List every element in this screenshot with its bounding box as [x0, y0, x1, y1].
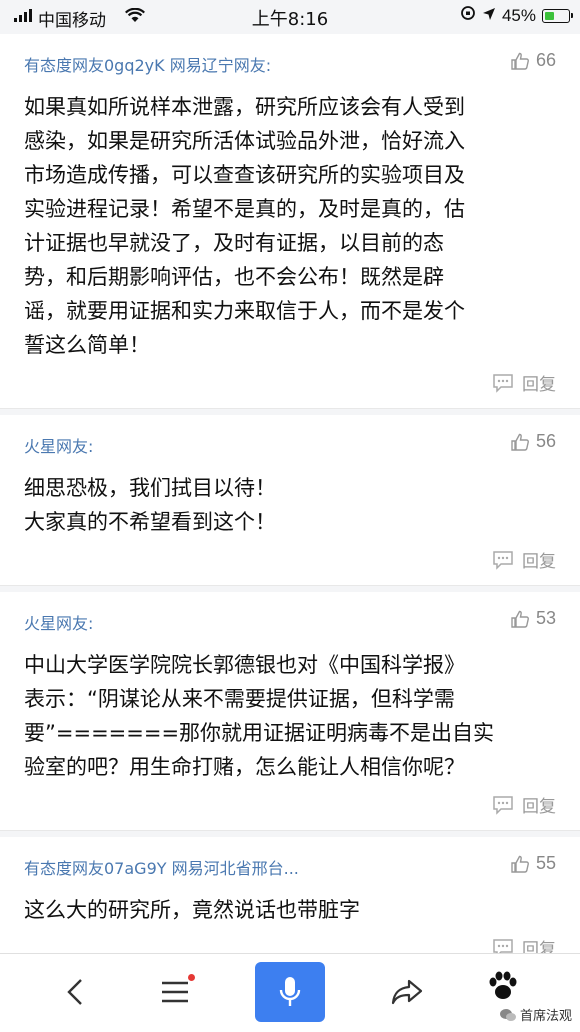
comment-line: 大家真的不希望看到这个！ — [24, 510, 276, 534]
reply-button[interactable]: 回复 — [492, 547, 556, 572]
comment-item: 有态度网友0gq2yK 网易辽宁网友: 66 如果真如所说样本泄露，研究所应该会… — [0, 34, 580, 409]
like-count: 56 — [535, 431, 556, 451]
reply-label: 回复 — [522, 375, 556, 395]
comment-line: 计证据也早就没了，及时有证据，以目前的态 — [24, 231, 444, 255]
comment-bubble-icon — [493, 373, 513, 393]
comment-line: 誓这么简单！ — [24, 333, 150, 357]
battery-percent: 45% — [501, 5, 536, 25]
comment-line: 要”=======那你就用证据证明病毒不是出自实 — [24, 721, 495, 745]
menu-button[interactable] — [140, 960, 210, 1024]
comment-list: 有态度网友0gq2yK 网易辽宁网友: 66 如果真如所说样本泄露，研究所应该会… — [0, 34, 580, 980]
share-button[interactable] — [372, 960, 442, 1024]
comment-line: 谣，就要用证据和实力来取信于人，而不是发个 — [24, 299, 465, 323]
thumbs-up-icon — [511, 855, 529, 873]
comment-bubble-icon — [493, 550, 513, 570]
location-arrow-icon — [482, 6, 496, 26]
battery-icon — [542, 8, 573, 23]
bottom-toolbar: 首席法观 — [0, 953, 580, 1032]
like-count: 53 — [535, 608, 556, 628]
like-button[interactable]: 56 — [510, 431, 556, 452]
comment-username[interactable]: 火星网友: — [24, 610, 93, 634]
comment-line: 验室的吧？用生命打赌，怎么能让人相信你呢？ — [24, 755, 465, 779]
comment-line: 势，和后期影响评估，也不会公布！既然是辟 — [24, 265, 444, 289]
like-button[interactable]: 55 — [510, 853, 556, 874]
reply-label: 回复 — [522, 797, 556, 817]
paw-icon — [489, 971, 517, 999]
comment-username[interactable]: 有态度网友07aG9Y 网易河北省邢台... — [24, 855, 299, 879]
comment-line: 如果真如所说样本泄露，研究所应该会有人受到 — [24, 95, 465, 119]
like-count: 55 — [535, 853, 556, 873]
like-button[interactable]: 53 — [510, 608, 556, 629]
comment-line: 感染，如果是研究所活体试验品外泄，恰好流入 — [24, 129, 465, 153]
comment-username[interactable]: 火星网友: — [24, 433, 93, 457]
comment-bubble-icon — [493, 795, 513, 815]
comment-item: 火星网友: 56 细思恐极，我们拭目以待！ 大家真的不希望看到这个！ 回复 — [0, 415, 580, 586]
comment-line: 中山大学医学院院长郭德银也对《中国科学报》 — [24, 653, 465, 677]
thumbs-up-icon — [511, 52, 529, 70]
status-bar: 中国移动 上午8:16 45% — [0, 0, 580, 32]
share-arrow-icon — [391, 979, 423, 1005]
thumbs-up-icon — [511, 610, 529, 628]
comment-body: 如果真如所说样本泄露，研究所应该会有人受到 感染，如果是研究所活体试验品外泄，恰… — [24, 90, 556, 362]
back-button[interactable] — [40, 960, 110, 1024]
like-count: 66 — [535, 50, 556, 70]
like-button[interactable]: 66 — [510, 50, 556, 71]
comment-body: 中山大学医学院院长郭德银也对《中国科学报》 表示：“阴谋论从来不需要提供证据，但… — [24, 648, 556, 784]
comment-line: 细思恐极，我们拭目以待！ — [24, 476, 276, 500]
comment-line: 表示：“阴谋论从来不需要提供证据，但科学需 — [24, 687, 455, 711]
comment-line: 市场造成传播，可以查查该研究所的实验项目及 — [24, 163, 465, 187]
wechat-logo-icon — [499, 1008, 516, 1021]
menu-icon — [162, 981, 188, 1003]
reply-button[interactable]: 回复 — [492, 792, 556, 817]
comment-line: 这么大的研究所，竟然说话也带脏字 — [24, 898, 360, 922]
thumbs-up-icon — [511, 433, 529, 451]
comment-line: 实验进程记录！希望不是真的，及时是真的，估 — [24, 197, 465, 221]
comment-body: 细思恐极，我们拭目以待！ 大家真的不希望看到这个！ — [24, 471, 556, 539]
voice-input-button[interactable] — [255, 962, 325, 1022]
microphone-icon — [279, 977, 301, 1006]
reply-button[interactable]: 回复 — [492, 370, 556, 395]
reply-label: 回复 — [522, 552, 556, 572]
comment-username[interactable]: 有态度网友0gq2yK 网易辽宁网友: — [24, 52, 271, 76]
chevron-left-icon — [67, 979, 82, 1005]
comment-body: 这么大的研究所，竟然说话也带脏字 — [24, 893, 556, 927]
notification-dot — [188, 974, 195, 981]
screen-rotation-lock-icon — [460, 5, 476, 26]
comment-item: 火星网友: 53 中山大学医学院院长郭德银也对《中国科学报》 表示：“阴谋论从来… — [0, 592, 580, 831]
watermark-text: 首席法观 — [519, 1009, 572, 1024]
watermark: 首席法观 — [499, 1005, 572, 1024]
